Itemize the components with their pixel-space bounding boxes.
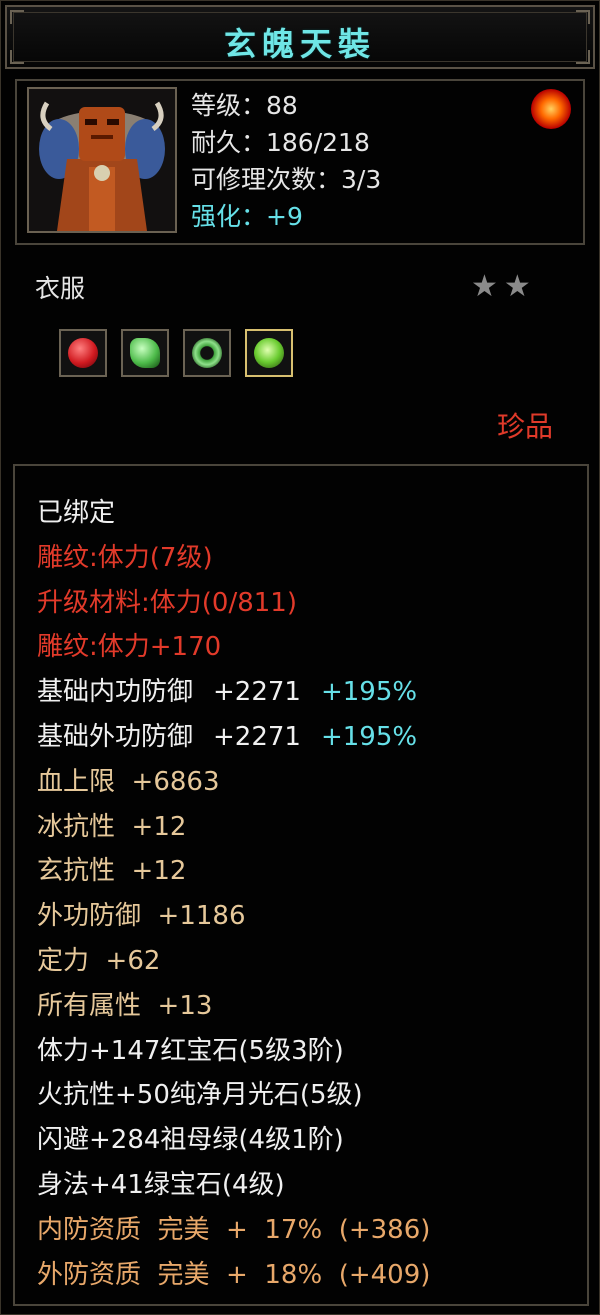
inner-quality-attr: 内防资质 完美 + 17% (+386) [37,1214,431,1245]
all-attributes-attr: 所有属性 +13 [37,990,213,1021]
focus-attr: 定力 +62 [37,945,161,976]
durability-label: 耐久：186/218 [191,128,370,157]
enhance-label: 强化：+9 [191,202,303,231]
item-stats: 等级：88 耐久：186/218 可修理次数：3/3 强化：+9 [191,87,381,235]
green-ring-icon[interactable] [183,329,231,377]
item-header: 等级：88 耐久：186/218 可修理次数：3/3 强化：+9 [15,79,585,245]
repair-count-label: 可修理次数：3/3 [191,165,382,194]
attr-value: +2271 [213,677,301,708]
carving-bonus-attr: 雕纹:体力+170 [37,632,222,663]
equipment-slot-label: 衣服 [35,274,86,303]
hp-attr: 血上限 +6863 [37,766,220,797]
fire-orb-icon [531,89,571,129]
attribute-list: 已绑定 雕纹:体力(7级) 升级材料:体力(0/811) 雕纹:体力+170 基… [37,491,430,1297]
outer-attack-defense-attr: 外功防御 +1186 [37,901,246,932]
gem-bonus-2: 火抗性+50纯净月光石(5级) [37,1080,363,1111]
gem-bonus-1: 体力+147红宝石(5级3阶) [37,1035,344,1066]
item-tooltip: 玄魄天裝 等级：88 耐久：186/218 可修理次数：3/3 强化：+9 衣服… [0,0,600,1315]
green-jade-icon[interactable] [121,329,169,377]
rarity-label: 珍品 [496,410,553,443]
carving-attr: 雕纹:体力(7级) [37,542,213,573]
title-bar: 玄魄天裝 [5,5,595,69]
star-rating: ★★ [471,269,537,304]
outer-quality-attr: 外防资质 完美 + 18% (+409) [37,1259,431,1290]
attr-value: +2271 [213,721,301,752]
tribal-mask-armor-icon [27,87,177,233]
outer-defense-attr: 基础外功防御 +2271 +195% [37,715,430,760]
red-gem-icon[interactable] [59,329,107,377]
gem-bonus-3: 闪避+284祖母绿(4级1阶) [37,1125,344,1156]
ice-resist-attr: 冰抗性 +12 [37,811,187,842]
attr-percent: +195% [320,721,418,752]
inner-defense-attr: 基础内功防御 +2271 +195% [37,670,430,715]
item-name: 玄魄天裝 [223,25,376,63]
attr-name: 基础内功防御 [37,677,194,708]
upgrade-material-attr: 升级材料:体力(0/811) [37,587,297,618]
attr-percent: +195% [320,677,418,708]
gem-bonus-4: 身法+41绿宝石(4级) [37,1169,285,1200]
xuan-resist-attr: 玄抗性 +12 [37,856,187,887]
bound-status: 已绑定 [37,498,116,528]
level-label: 等级：88 [191,91,298,120]
attribute-panel: 已绑定 雕纹:体力(7级) 升级材料:体力(0/811) 雕纹:体力+170 基… [13,464,589,1306]
green-crystal-icon[interactable] [245,329,293,377]
attr-name: 基础外功防御 [37,721,194,752]
